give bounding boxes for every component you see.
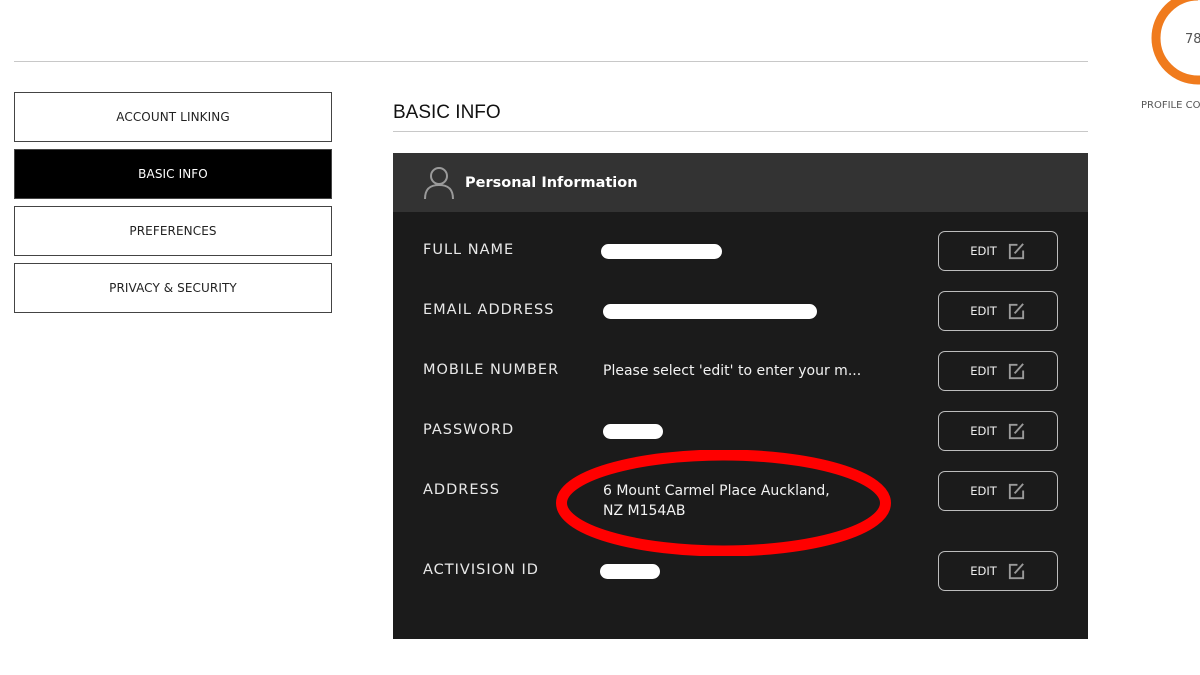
password-value-redacted (603, 424, 663, 439)
full-name-label: FULL NAME (423, 242, 515, 258)
row-address: ADDRESS 6 Mount Carmel Place Auckland, N… (393, 471, 1088, 531)
address-label: ADDRESS (423, 482, 500, 498)
page-title: BASIC INFO (393, 102, 501, 123)
edit-address-button[interactable]: EDIT (938, 471, 1058, 511)
sidebar-item-basic-info[interactable]: BASIC INFO (14, 149, 332, 199)
edit-mobile-number-button[interactable]: EDIT (938, 351, 1058, 391)
address-line-1: 6 Mount Carmel Place Auckland, (603, 483, 830, 499)
edit-label: EDIT (970, 484, 997, 498)
edit-icon (1008, 302, 1024, 319)
sidebar-item-preferences[interactable]: PREFERENCES (14, 206, 332, 256)
row-email-address: EMAIL ADDRESS EDIT (393, 291, 1088, 331)
panel-title: Personal Information (465, 174, 638, 191)
row-password: PASSWORD EDIT (393, 411, 1088, 451)
mobile-number-value: Please select 'edit' to enter your m... (603, 363, 862, 379)
edit-icon (1008, 242, 1024, 259)
user-icon (424, 166, 454, 199)
panel-header: Personal Information (393, 153, 1088, 212)
edit-email-button[interactable]: EDIT (938, 291, 1058, 331)
main-section: BASIC INFO (393, 96, 1088, 132)
email-value-redacted (603, 304, 817, 319)
edit-icon (1008, 562, 1024, 579)
mobile-number-label: MOBILE NUMBER (423, 362, 560, 378)
edit-password-button[interactable]: EDIT (938, 411, 1058, 451)
sidebar-item-privacy-security[interactable]: PRIVACY & SECURITY (14, 263, 332, 313)
profile-completion-label: PROFILE CO (1141, 100, 1200, 111)
sidebar-item-account-linking[interactable]: ACCOUNT LINKING (14, 92, 332, 142)
row-full-name: FULL NAME EDIT (393, 231, 1088, 271)
edit-icon (1008, 362, 1024, 379)
edit-label: EDIT (970, 304, 997, 318)
email-address-label: EMAIL ADDRESS (423, 302, 555, 318)
edit-icon (1008, 422, 1024, 439)
edit-label: EDIT (970, 424, 997, 438)
row-mobile-number: MOBILE NUMBER Please select 'edit' to en… (393, 351, 1088, 391)
profile-completion-widget: 78 PROFILE CO (1140, 0, 1200, 125)
edit-label: EDIT (970, 564, 997, 578)
full-name-value-redacted (601, 244, 722, 259)
activision-id-value-redacted (600, 564, 660, 579)
address-value: 6 Mount Carmel Place Auckland, NZ M154AB (603, 481, 830, 521)
edit-label: EDIT (970, 364, 997, 378)
edit-activision-id-button[interactable]: EDIT (938, 551, 1058, 591)
profile-completion-value: 78 (1185, 32, 1200, 47)
edit-full-name-button[interactable]: EDIT (938, 231, 1058, 271)
settings-sidebar: ACCOUNT LINKING BASIC INFO PREFERENCES P… (14, 92, 332, 320)
address-line-2: NZ M154AB (603, 503, 686, 519)
title-divider (393, 131, 1088, 132)
top-divider (14, 61, 1088, 62)
row-activision-id: ACTIVISION ID EDIT (393, 551, 1088, 591)
edit-icon (1008, 482, 1024, 499)
edit-label: EDIT (970, 244, 997, 258)
activision-id-label: ACTIVISION ID (423, 562, 539, 578)
personal-information-panel: Personal Information FULL NAME EDIT EMAI… (393, 153, 1088, 639)
password-label: PASSWORD (423, 422, 515, 438)
